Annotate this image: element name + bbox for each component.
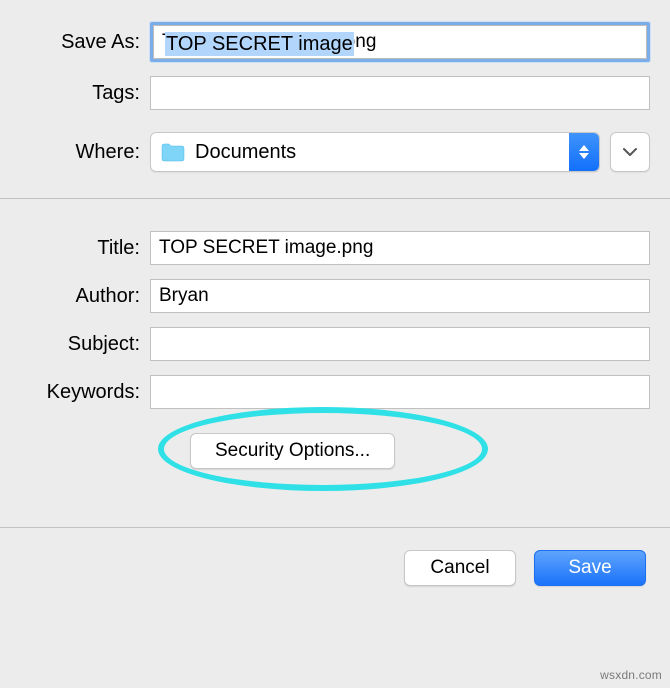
- tags-label: Tags:: [20, 82, 150, 105]
- watermark-text: wsxdn.com: [600, 668, 662, 682]
- title-label: Title:: [20, 237, 150, 260]
- title-input[interactable]: [150, 231, 650, 265]
- where-location-popup[interactable]: Documents: [150, 132, 600, 172]
- author-input[interactable]: [150, 279, 650, 313]
- save-button[interactable]: Save: [534, 550, 646, 586]
- expand-dialog-button[interactable]: [610, 132, 650, 172]
- save-as-input[interactable]: [153, 25, 647, 59]
- keywords-input[interactable]: [150, 375, 650, 409]
- save-as-field-wrapper: TOP SECRET image: [150, 22, 650, 62]
- cancel-button[interactable]: Cancel: [404, 550, 516, 586]
- save-as-label: Save As:: [20, 31, 150, 54]
- subject-input[interactable]: [150, 327, 650, 361]
- where-label: Where:: [20, 141, 150, 164]
- keywords-label: Keywords:: [20, 381, 150, 404]
- subject-label: Subject:: [20, 333, 150, 356]
- dialog-footer: Cancel Save: [0, 528, 670, 612]
- security-options-button[interactable]: Security Options...: [190, 433, 395, 469]
- where-selected-value: Documents: [195, 141, 296, 164]
- folder-icon: [161, 142, 185, 162]
- chevron-down-icon: [623, 145, 637, 159]
- tags-input[interactable]: [150, 76, 650, 110]
- save-panel-top: Save As: TOP SECRET image Tags: Where: D…: [0, 0, 670, 198]
- author-label: Author:: [20, 285, 150, 308]
- metadata-panel: Title: Author: Subject: Keywords: Securi…: [0, 199, 670, 527]
- updown-arrows-icon: [569, 133, 599, 171]
